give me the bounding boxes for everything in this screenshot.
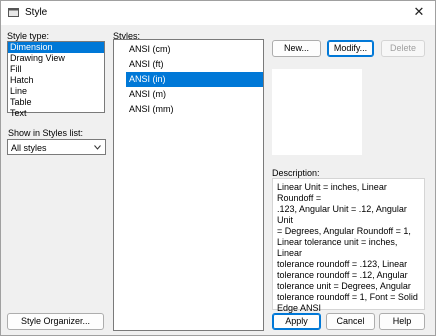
style-type-label: Style type: — [7, 31, 50, 41]
styles-item[interactable]: ANSI (cm) — [126, 42, 263, 57]
description-line: tolerance roundoff = .12, Angular — [277, 270, 408, 280]
style-type-item[interactable]: Dimension — [8, 42, 104, 53]
style-organizer-button[interactable]: Style Organizer... — [7, 313, 104, 330]
description-line: .123, Angular Unit = .12, Angular Unit — [277, 204, 407, 225]
close-icon[interactable]: ✕ — [411, 4, 427, 20]
title-bar: Style ✕ — [1, 1, 435, 25]
styles-item[interactable]: ANSI (in) — [126, 72, 263, 87]
style-type-item[interactable]: Line — [8, 86, 104, 97]
description-line: tolerance roundoff = .123, Linear — [277, 259, 408, 269]
styles-item[interactable]: ANSI (m) — [126, 87, 263, 102]
description-line: Linear Unit = inches, Linear Roundoff = — [277, 182, 387, 203]
description-label: Description: — [272, 168, 320, 178]
show-in-list-dropdown[interactable]: All styles — [7, 139, 106, 155]
window-title: Style — [25, 7, 48, 18]
style-preview — [272, 69, 362, 155]
styles-item[interactable]: ANSI (ft) — [126, 57, 263, 72]
style-type-item[interactable]: Drawing View — [8, 53, 104, 64]
description-line: Linear tolerance unit = inches, Linear — [277, 237, 398, 258]
description-line: tolerance roundoff = 1, Font = Solid — [277, 292, 418, 302]
delete-button[interactable]: Delete — [381, 40, 425, 57]
styles-item[interactable]: ANSI (mm) — [126, 102, 263, 117]
style-app-icon — [8, 8, 19, 17]
style-dialog: Style ✕ Style type: Dimension Drawing Vie… — [0, 0, 436, 336]
style-type-item[interactable]: Hatch — [8, 75, 104, 86]
style-type-item[interactable]: Fill — [8, 64, 104, 75]
modify-button[interactable]: Modify... — [327, 40, 374, 57]
cancel-button[interactable]: Cancel — [326, 313, 375, 330]
new-button[interactable]: New... — [272, 40, 321, 57]
style-type-item[interactable]: Table — [8, 97, 104, 108]
apply-button[interactable]: Apply — [272, 313, 321, 330]
description-line: tolerance unit = Degrees, Angular — [277, 281, 411, 291]
show-in-list-value: All styles — [11, 143, 47, 153]
styles-list[interactable]: ANSI (cm) ANSI (ft) ANSI (in) ANSI (m) ANSI … — [113, 39, 264, 331]
style-type-list[interactable]: Dimension Drawing View Fill Hatch Line Table T… — [7, 41, 105, 118]
style-type-item[interactable]: Text — [8, 108, 104, 119]
show-in-list-label: Show in Styles list: — [8, 128, 84, 138]
description-text: Linear Unit = inches, Linear Roundoff =.… — [272, 178, 425, 313]
chevron-down-icon — [94, 145, 101, 150]
description-line: = Degrees, Angular Roundoff = 1, — [277, 226, 411, 236]
help-button[interactable]: Help — [379, 313, 425, 330]
